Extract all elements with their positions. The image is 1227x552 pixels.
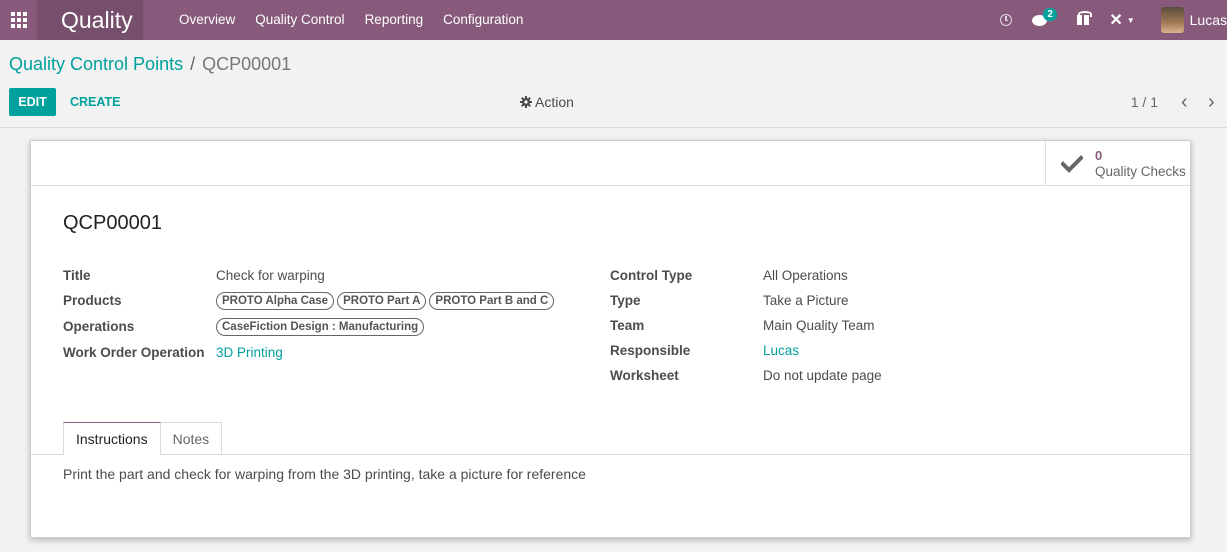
record-name: QCP00001 xyxy=(63,212,162,234)
tools-icon: ✕ xyxy=(1109,12,1123,29)
products-label: Products xyxy=(63,293,122,308)
systray: 2 ✕ ▼ Lucas xyxy=(1000,0,1227,40)
operations-label: Operations xyxy=(63,319,135,334)
product-tag[interactable]: PROTO Part A xyxy=(337,292,427,310)
action-label: Action xyxy=(535,94,574,110)
user-name: Lucas xyxy=(1189,12,1227,28)
check-icon xyxy=(1061,154,1083,173)
menu-item-overview[interactable]: Overview xyxy=(179,0,235,40)
edit-button[interactable]: EDIT xyxy=(9,88,56,116)
responsible-link[interactable]: Lucas xyxy=(763,343,799,358)
clock-icon xyxy=(1000,14,1013,26)
operation-tag[interactable]: CaseFiction Design : Manufacturing xyxy=(216,318,425,336)
quality-checks-button[interactable]: 0 Quality Checks xyxy=(1045,141,1190,186)
control-type-label: Control Type xyxy=(610,268,693,283)
notebook-tabs: Instructions Notes xyxy=(63,422,223,455)
menu-item-reporting[interactable]: Reporting xyxy=(365,0,424,40)
tab-notes[interactable]: Notes xyxy=(160,422,223,455)
gift-button[interactable] xyxy=(1077,11,1109,25)
user-menu[interactable]: Lucas xyxy=(1160,7,1227,33)
control-type-value: All Operations xyxy=(763,268,848,283)
activity-button[interactable] xyxy=(1000,14,1032,26)
product-tag[interactable]: PROTO Part B and C xyxy=(429,292,555,310)
button-box: 0 Quality Checks xyxy=(31,141,1190,186)
worksheet-label: Worksheet xyxy=(610,368,679,383)
tab-instructions[interactable]: Instructions xyxy=(63,422,161,455)
chat-badge: 2 xyxy=(1043,7,1057,21)
messaging-button[interactable]: 2 xyxy=(1032,7,1077,26)
top-navbar: Quality Overview Quality Control Reporti… xyxy=(0,0,1227,40)
work-order-operation-label: Work Order Operation xyxy=(63,345,205,360)
worksheet-value: Do not update page xyxy=(763,368,882,383)
next-record-button[interactable]: › xyxy=(1208,88,1215,116)
type-label: Type xyxy=(610,293,641,308)
create-button[interactable]: CREATE xyxy=(70,88,120,116)
breadcrumb: Quality Control Points / QCP00001 xyxy=(9,54,291,75)
menu-item-quality-control[interactable]: Quality Control xyxy=(255,0,344,40)
operations-tags: CaseFiction Design : Manufacturing xyxy=(216,318,427,336)
control-panel-divider xyxy=(0,127,1227,128)
previous-record-button[interactable]: ‹ xyxy=(1181,88,1188,116)
work-order-operation-link[interactable]: 3D Printing xyxy=(216,345,283,360)
product-tag[interactable]: PROTO Alpha Case xyxy=(216,292,335,310)
app-brand[interactable]: Quality xyxy=(37,0,143,40)
debug-tools-button[interactable]: ✕ ▼ xyxy=(1109,10,1134,30)
avatar xyxy=(1160,7,1184,33)
apps-menu-icon[interactable] xyxy=(0,0,37,40)
pager-value[interactable]: 1 / 1 xyxy=(1131,88,1158,116)
form-sheet: 0 Quality Checks QCP00001 Title Check fo… xyxy=(30,140,1191,538)
quality-checks-count: 0 xyxy=(1095,147,1103,163)
breadcrumb-parent[interactable]: Quality Control Points xyxy=(9,54,183,75)
caret-down-icon: ▼ xyxy=(1126,15,1135,25)
menu-item-configuration[interactable]: Configuration xyxy=(443,0,523,40)
chevron-left-icon: ‹ xyxy=(1181,90,1188,113)
responsible-label: Responsible xyxy=(610,343,691,358)
team-value: Main Quality Team xyxy=(763,318,875,333)
action-dropdown[interactable]: Action xyxy=(520,88,574,116)
gift-icon xyxy=(1077,11,1093,25)
title-value: Check for warping xyxy=(216,268,325,283)
main-menu: Overview Quality Control Reporting Confi… xyxy=(179,0,543,40)
breadcrumb-current: QCP00001 xyxy=(202,54,292,74)
instructions-content: Print the part and check for warping fro… xyxy=(63,466,586,482)
team-label: Team xyxy=(610,318,645,333)
type-value: Take a Picture xyxy=(763,293,849,308)
chevron-right-icon: › xyxy=(1208,90,1215,113)
quality-checks-label: Quality Checks xyxy=(1095,163,1186,179)
breadcrumb-separator: / xyxy=(190,54,196,74)
gear-icon xyxy=(520,96,532,108)
products-tags: PROTO Alpha Case PROTO Part A PROTO Part… xyxy=(216,292,557,310)
title-label: Title xyxy=(63,268,91,283)
